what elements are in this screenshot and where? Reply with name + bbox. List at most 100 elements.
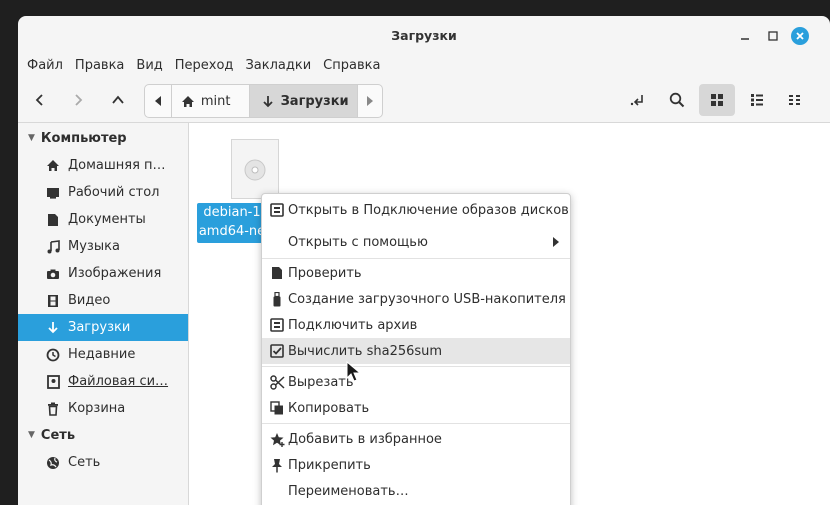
pin-icon [269,457,285,473]
title-bar[interactable]: Загрузки [18,16,830,54]
menu-item-label: Вырезать [288,374,354,390]
sidebar-section-label: Компьютер [40,130,127,146]
menu-bookmarks[interactable]: Закладки [245,58,311,78]
file-manager-window: Загрузки Файл Правка Вид Переход Закладк… [18,16,830,505]
path-scroll-right[interactable] [358,85,382,117]
sidebar-item-documents[interactable]: Документы [18,206,188,233]
toolbar: mint Загрузки [18,83,830,119]
close-button[interactable] [791,27,809,45]
window-title: Загрузки [391,28,457,43]
menu-item-label: Открыть в Подключение образов дисков [288,202,569,218]
camera-icon [45,266,61,282]
menu-item-add-favorite[interactable]: Добавить в избранное [262,426,570,452]
triangle-left-icon [154,96,161,106]
document-icon [269,265,285,281]
menu-item-rename[interactable]: Переименовать… [262,478,570,504]
sidebar-item-label: Загрузки [68,320,131,335]
menu-item-copy[interactable]: Копировать [262,395,570,421]
menu-item-usb[interactable]: Создание загрузочного USB-накопителя [262,286,570,312]
star-add-icon [269,431,285,447]
mouse-cursor-icon [346,361,362,382]
list-view-button[interactable] [742,85,772,115]
up-arrow-icon [112,95,124,104]
menu-item-verify[interactable]: Проверить [262,260,570,286]
menu-item-label: Копировать [288,400,370,416]
location-toggle-button[interactable] [623,85,653,115]
path-current-button[interactable]: Загрузки [249,85,359,117]
menu-item-open-with[interactable]: Открыть с помощью [262,229,570,255]
path-current-label: Загрузки [280,93,349,109]
menu-item-label: Прикрепить [288,457,371,473]
sidebar-item-label: Сеть [68,455,101,470]
grid-view-icon [711,94,723,106]
scissors-icon [269,374,285,390]
menu-view[interactable]: Вид [136,58,162,78]
menu-item-label: Проверить [288,265,362,281]
path-home-label: mint [200,93,231,109]
sidebar-item-label: Домашняя п… [68,158,166,173]
maximize-button[interactable] [764,27,782,45]
sidebar-item-desktop[interactable]: Рабочий стол [18,179,188,206]
sidebar-item-label: Недавние [68,347,136,362]
maximize-icon [768,31,778,41]
menu-item-label: Создание загрузочного USB-накопителя [288,291,566,307]
sidebar-item-recent[interactable]: Недавние [18,341,188,368]
back-button[interactable] [25,85,55,115]
desktop-icon [45,185,61,201]
forward-button[interactable] [63,85,93,115]
path-bar: mint Загрузки [144,84,383,118]
menu-item-mount-archive[interactable]: Подключить архив [262,312,570,338]
sidebar-item-home[interactable]: Домашняя п… [18,152,188,179]
trash-icon [45,401,61,417]
usb-stick-icon [269,291,285,307]
menu-edit[interactable]: Правка [75,58,124,78]
search-button[interactable] [662,85,692,115]
sidebar-item-label: Изображения [68,266,162,281]
menu-help[interactable]: Справка [323,58,380,78]
location-arrow-icon [630,95,643,106]
sidebar-item-videos[interactable]: Видео [18,287,188,314]
close-icon [796,32,804,40]
menu-file[interactable]: Файл [27,58,63,78]
path-scroll-left[interactable] [145,85,172,117]
list-view-icon [751,94,763,106]
menu-item-sha256[interactable]: Вычислить sha256sum [262,338,570,364]
disc-image-icon[interactable] [231,139,279,199]
icon-view-button[interactable] [699,84,735,116]
sidebar-section-computer[interactable]: ▼ Компьютер [18,126,127,150]
file-name-label[interactable]: debian-1 amd64-ne [197,203,267,243]
sidebar-section-network[interactable]: ▼ Сеть [18,423,75,447]
file-name-line: debian-1 [203,205,261,220]
checkbox-icon [269,343,285,359]
menu-bar: Файл Правка Вид Переход Закладки Справка [18,58,383,78]
sidebar: ▼ Компьютер Домашняя п… Рабочий стол Док… [18,122,189,505]
copy-icon [269,400,285,416]
menu-item-cut[interactable]: Вырезать [262,369,570,395]
menu-item-open-disk-image[interactable]: Открыть в Подключение образов дисков [262,197,570,223]
up-button[interactable] [103,85,133,115]
compact-view-icon [789,95,800,105]
forward-arrow-icon [75,94,83,106]
triangle-right-icon [367,96,374,106]
compact-view-button[interactable] [780,85,810,115]
sidebar-item-downloads[interactable]: Загрузки [18,314,188,341]
menu-go[interactable]: Переход [175,58,234,78]
menu-item-label: Переименовать… [288,483,409,499]
sidebar-item-music[interactable]: Музыка [18,233,188,260]
globe-icon [45,455,61,471]
sidebar-item-label: Видео [68,293,111,308]
file-name-line: amd64-ne [198,224,266,239]
sidebar-item-network[interactable]: Сеть [18,449,188,476]
sidebar-section-label: Сеть [40,427,76,443]
sidebar-item-pictures[interactable]: Изображения [18,260,188,287]
sidebar-item-trash[interactable]: Корзина [18,395,188,422]
path-home-button[interactable]: mint [172,85,250,117]
clock-icon [45,347,61,363]
menu-item-label: Добавить в избранное [288,431,442,447]
minimize-button[interactable] [736,27,754,45]
menu-item-label: Открыть с помощью [288,234,428,250]
sidebar-item-filesystem[interactable]: Файловая си… [18,368,188,395]
menu-item-pin[interactable]: Прикрепить [262,452,570,478]
menu-separator [262,366,570,367]
drive-icon [45,374,61,390]
